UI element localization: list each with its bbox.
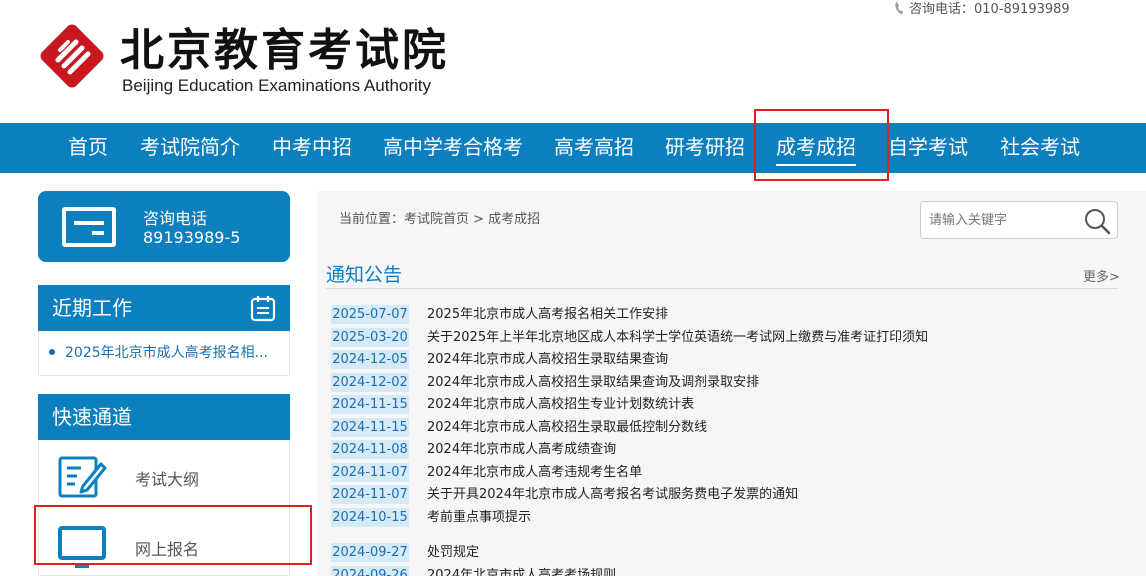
news-date: 2024-11-08 bbox=[331, 440, 409, 459]
news-title[interactable]: 关于开具2024年北京市成人高考报名考试服务费电子发票的通知 bbox=[427, 485, 798, 504]
news-row[interactable]: 2025-03-20 关于2025年上半年北京地区成人本科学士学位英语统一考试网… bbox=[331, 328, 1121, 348]
monitor-icon bbox=[58, 526, 106, 568]
news-row[interactable]: 2024-09-26 2024年北京市成人高考考场规则 bbox=[331, 566, 1121, 576]
quick-access-header: 快速通道 bbox=[38, 394, 290, 440]
news-title[interactable]: 2024年北京市成人高考违规考生名单 bbox=[427, 463, 642, 482]
nav-item-shehui[interactable]: 社会考试 bbox=[1000, 123, 1080, 173]
nav-item-zhongkao[interactable]: 中考中招 bbox=[272, 123, 352, 173]
phone-icon bbox=[895, 1, 903, 14]
recent-work-header: 近期工作 bbox=[38, 285, 290, 331]
news-title[interactable]: 关于2025年上半年北京地区成人本科学士学位英语统一考试网上缴费与准考证打印须知 bbox=[427, 328, 928, 347]
news-date: 2025-07-07 bbox=[331, 305, 409, 324]
news-row[interactable]: 2025-07-07 2025年北京市成人高考报名相关工作安排 bbox=[331, 305, 1121, 325]
nav-item-about[interactable]: 考试院简介 bbox=[140, 123, 240, 173]
news-title[interactable]: 2025年北京市成人高考报名相关工作安排 bbox=[427, 305, 668, 324]
news-title[interactable]: 考前重点事项提示 bbox=[427, 508, 531, 527]
breadcrumb: 当前位置：考试院首页 > 成考成招 bbox=[339, 212, 541, 227]
contact-box: 咨询电话 89193989-5 bbox=[38, 191, 290, 262]
quick-item-label[interactable]: 考试大纲 bbox=[135, 466, 199, 490]
news-row[interactable]: 2024-11-15 2024年北京市成人高校招生专业计划数统计表 bbox=[331, 395, 1121, 415]
quick-access-list: 考试大纲 网上报名 bbox=[38, 440, 290, 576]
contact-phone: 89193989-5 bbox=[143, 228, 241, 247]
news-title[interactable]: 2024年北京市成人高校招生录取结果查询及调剂录取安排 bbox=[427, 373, 759, 392]
quick-item-label[interactable]: 网上报名 bbox=[135, 536, 199, 560]
news-row[interactable]: 2024-12-02 2024年北京市成人高校招生录取结果查询及调剂录取安排 bbox=[331, 373, 1121, 393]
news-row[interactable]: 2024-09-27 处罚规定 bbox=[331, 543, 1121, 563]
nav-item-zixue[interactable]: 自学考试 bbox=[888, 123, 968, 173]
news-title[interactable]: 2024年北京市成人高校招生录取最低控制分数线 bbox=[427, 418, 707, 437]
divider bbox=[326, 288, 1118, 289]
news-row[interactable]: 2024-11-07 2024年北京市成人高考违规考生名单 bbox=[331, 463, 1121, 483]
news-row[interactable]: 2024-11-08 2024年北京市成人高考成绩查询 bbox=[331, 440, 1121, 460]
search-box bbox=[920, 201, 1118, 239]
main-content: 当前位置：考试院首页 > 成考成招 通知公告 更多> 2025-07-07 20… bbox=[317, 191, 1146, 576]
news-date: 2024-12-05 bbox=[331, 350, 409, 369]
search-icon[interactable] bbox=[1083, 207, 1111, 235]
news-title[interactable]: 2024年北京市成人高校招生录取结果查询 bbox=[427, 350, 668, 369]
site-title-cn[interactable]: 北京教育考试院 bbox=[120, 14, 449, 78]
nav-item-yankao[interactable]: 研考研招 bbox=[665, 123, 745, 173]
nav-item-xuekao[interactable]: 高中学考合格考 bbox=[383, 123, 523, 173]
contact-label: 咨询电话 bbox=[143, 209, 208, 228]
logo-icon[interactable] bbox=[36, 20, 108, 92]
news-date: 2024-11-15 bbox=[331, 418, 409, 437]
hotline-text: 咨询电话：010-89193989 bbox=[909, 2, 1070, 17]
quick-access-title: 快速通道 bbox=[52, 405, 132, 429]
search-input[interactable] bbox=[929, 208, 1079, 232]
quick-item-online-registration[interactable]: 网上报名 bbox=[39, 512, 289, 576]
news-title[interactable]: 2024年北京市成人高校招生专业计划数统计表 bbox=[427, 395, 694, 414]
recent-work-title: 近期工作 bbox=[52, 296, 132, 320]
news-row[interactable]: 2024-12-05 2024年北京市成人高校招生录取结果查询 bbox=[331, 350, 1121, 370]
main-nav: 首页 考试院简介 中考中招 高中学考合格考 高考高招 研考研招 成考成招 自学考… bbox=[0, 123, 1146, 173]
news-date: 2024-11-15 bbox=[331, 395, 409, 414]
news-date: 2024-10-15 bbox=[331, 508, 409, 527]
nav-item-home[interactable]: 首页 bbox=[68, 123, 108, 173]
recent-work-item[interactable]: 2025年北京市成人高考报名相... bbox=[49, 342, 268, 362]
id-card-icon bbox=[62, 207, 116, 247]
edit-document-icon bbox=[58, 456, 107, 498]
bullet-icon bbox=[49, 349, 55, 355]
recent-work-list: 2025年北京市成人高考报名相... bbox=[38, 331, 290, 376]
quick-item-syllabus[interactable]: 考试大纲 bbox=[39, 442, 289, 510]
site-title-en: Beijing Education Examinations Authority bbox=[122, 76, 432, 95]
news-date: 2024-09-26 bbox=[331, 566, 409, 576]
news-row[interactable]: 2024-11-15 2024年北京市成人高校招生录取最低控制分数线 bbox=[331, 418, 1121, 438]
news-title[interactable]: 2024年北京市成人高考成绩查询 bbox=[427, 440, 616, 459]
calendar-icon bbox=[250, 296, 276, 322]
news-row[interactable]: 2024-11-07 关于开具2024年北京市成人高考报名考试服务费电子发票的通… bbox=[331, 485, 1121, 505]
more-link[interactable]: 更多> bbox=[1083, 266, 1120, 285]
news-date: 2024-12-02 bbox=[331, 373, 409, 392]
recent-work-item-text[interactable]: 2025年北京市成人高考报名相... bbox=[65, 342, 268, 362]
nav-item-chengkao[interactable]: 成考成招 bbox=[776, 123, 856, 173]
site-header: 北京教育考试院 Beijing Education Examinations A… bbox=[0, 0, 1146, 123]
news-date: 2024-11-07 bbox=[331, 463, 409, 482]
news-title[interactable]: 处罚规定 bbox=[427, 543, 479, 562]
news-date: 2024-11-07 bbox=[331, 485, 409, 504]
hotline: 咨询电话：010-89193989 bbox=[894, 0, 1070, 17]
nav-item-gaokao[interactable]: 高考高招 bbox=[554, 123, 634, 173]
news-row[interactable]: 2024-10-15 考前重点事项提示 bbox=[331, 508, 1121, 528]
news-date: 2024-09-27 bbox=[331, 543, 409, 562]
news-title[interactable]: 2024年北京市成人高考考场规则 bbox=[427, 566, 616, 576]
news-date: 2025-03-20 bbox=[331, 328, 409, 347]
section-title: 通知公告 bbox=[326, 264, 403, 286]
